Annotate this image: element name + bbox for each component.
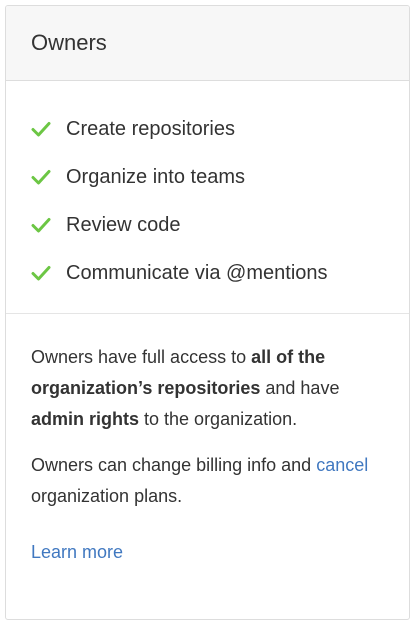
billing-text: Owners can change billing info and [31, 455, 317, 475]
feature-label: Review code [66, 213, 181, 236]
check-icon [31, 263, 51, 283]
feature-item-organize-teams: Organize into teams [31, 153, 384, 201]
owners-description: Owners have full access to all of the or… [31, 342, 384, 435]
cancel-link[interactable]: cancel [316, 455, 368, 475]
feature-list: Create repositories Organize into teams … [6, 81, 409, 314]
description-text: Owners have full access to [31, 347, 252, 367]
check-icon [31, 215, 51, 235]
description-bold-admin-rights: admin rights [31, 409, 140, 429]
learn-more-link[interactable]: Learn more [31, 537, 123, 568]
billing-description: Owners can change billing info and cance… [31, 450, 384, 512]
feature-label: Organize into teams [66, 165, 245, 188]
card-header: Owners [6, 6, 409, 81]
billing-text: organization plans. [31, 486, 183, 506]
feature-item-mentions: Communicate via @mentions [31, 249, 384, 297]
feature-label: Communicate via @mentions [66, 261, 328, 284]
owners-card: Owners Create repositories Organize into… [5, 5, 410, 620]
card-body: Owners have full access to all of the or… [6, 314, 409, 568]
feature-item-create-repositories: Create repositories [31, 105, 384, 153]
check-icon [31, 119, 51, 139]
card-title: Owners [31, 30, 107, 55]
check-icon [31, 167, 51, 187]
feature-label: Create repositories [66, 117, 235, 140]
description-text: to the organization. [139, 409, 298, 429]
description-text: and have [260, 378, 340, 398]
feature-item-review-code: Review code [31, 201, 384, 249]
